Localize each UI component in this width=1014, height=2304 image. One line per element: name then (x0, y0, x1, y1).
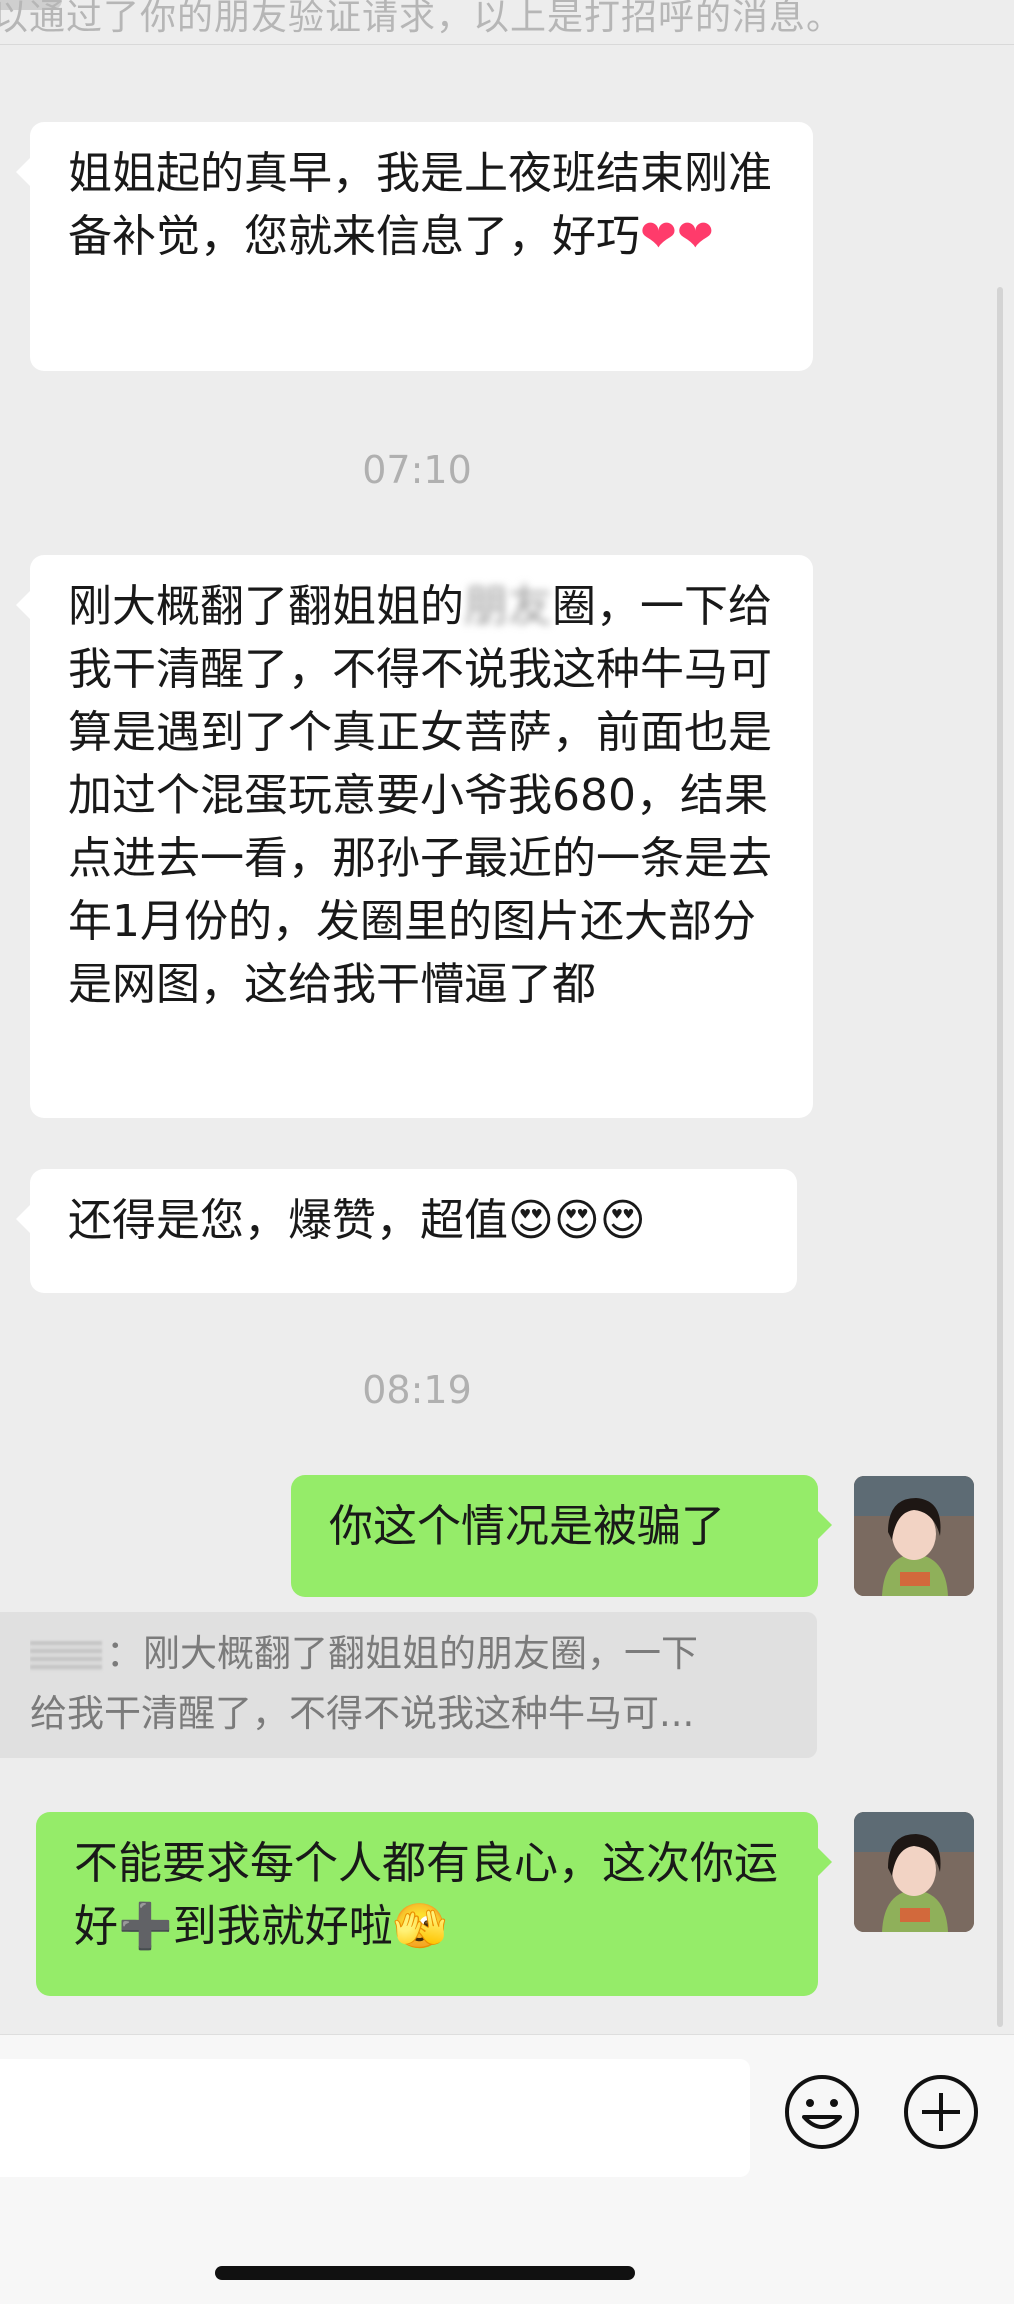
quoted-message[interactable]: ：刚大概翻了翻姐姐的朋友圈，一下 给我干清醒了，不得不说我这种牛马可... (0, 1612, 817, 1758)
avatar-image-icon (854, 1476, 974, 1596)
system-notice-bar: 以通过了你的朋友验证请求，以上是打招呼的消息。 (0, 0, 1014, 45)
home-indicator (215, 2266, 635, 2280)
timestamp: 08:19 (362, 1368, 472, 1412)
message-bubble-incoming[interactable]: 刚大概翻了翻姐姐的朋友圈，一下给我干清醒了，不得不说我这种牛马可算是遇到了个真正… (16, 555, 813, 1118)
message-bubble-incoming[interactable]: 还得是您，爆赞，超值😍😍😍 (16, 1169, 797, 1293)
avatar[interactable] (854, 1812, 974, 1932)
message-bubble-outgoing[interactable]: 你这个情况是被骗了 (291, 1475, 832, 1597)
message-bubble-outgoing[interactable]: 不能要求每个人都有良心，这次你运好➕到我就好啦🫣 (36, 1812, 832, 1996)
blurred-text: 朋友 (464, 581, 552, 632)
quote-line-1: ：刚大概翻了翻姐姐的朋友圈，一下 (106, 1632, 698, 1675)
message-text: 刚大概翻了翻姐姐的 (68, 581, 464, 632)
peeking-emoji: 🫣 (392, 1901, 448, 1952)
message-text-continued: 到我就好啦 (172, 1901, 393, 1952)
heart-eyes-emoji: 😍😍😍 (508, 1195, 646, 1246)
input-bar (0, 2034, 1014, 2304)
message-bubble-incoming[interactable]: 姐姐起的真早，我是上夜班结束刚准备补觉，您就来信息了，好巧❤❤ (16, 122, 813, 371)
plus-circle-icon[interactable] (902, 2073, 980, 2151)
plus-emoji: ➕ (118, 1901, 173, 1952)
smiley-icon[interactable] (783, 2073, 861, 2151)
heart-emoji: ❤❤ (640, 211, 714, 262)
avatar[interactable] (854, 1476, 974, 1596)
timestamp: 07:10 (362, 448, 472, 492)
quote-line-2: 给我干清醒了，不得不说我这种牛马可... (30, 1692, 695, 1735)
message-input[interactable] (0, 2059, 750, 2177)
message-text: 还得是您，爆赞，超值 (68, 1195, 508, 1246)
avatar-image-icon (854, 1812, 974, 1932)
scrollbar[interactable] (997, 287, 1003, 2027)
message-text-continued: 圈，一下给我干清醒了，不得不说我这种牛马可算是遇到了个真正女菩萨，前面也是加过个… (68, 581, 772, 1010)
message-text: 你这个情况是被骗了 (329, 1501, 725, 1552)
system-notice-text: 以通过了你的朋友验证请求，以上是打招呼的消息。 (0, 0, 844, 38)
blurred-sender-name (30, 1640, 102, 1671)
